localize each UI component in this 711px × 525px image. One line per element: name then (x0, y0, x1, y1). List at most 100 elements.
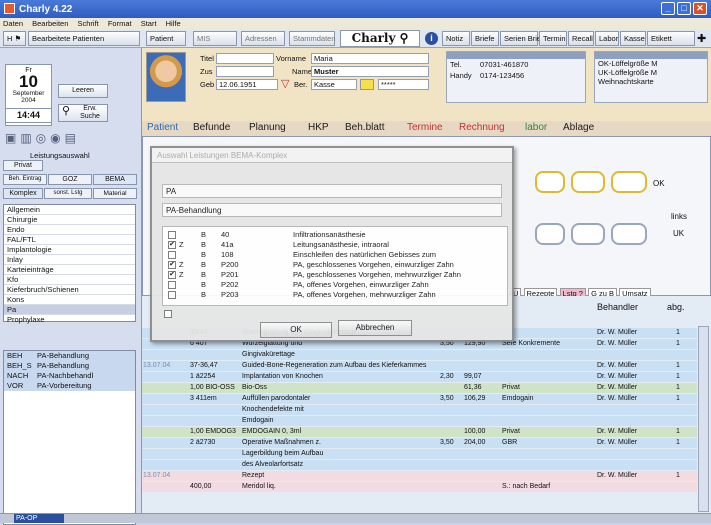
treatment-row[interactable]: 13.07.04 Rezept Dr. W. Müller 1 (142, 471, 697, 481)
tab-patient[interactable]: Patient (144, 121, 181, 136)
dialog-code-checkbox[interactable] (168, 281, 176, 289)
dialog-code-checkbox[interactable]: ✔ (168, 271, 176, 279)
dialog-code-checkbox[interactable] (168, 291, 176, 299)
dialog-code-row[interactable]: ✔ Z B P201 PA, geschlossenes Vorgehen, mehrw… (163, 270, 503, 280)
dialog-ok-button[interactable]: OK (260, 322, 332, 338)
tooth-shape[interactable] (611, 171, 647, 193)
recall-button[interactable]: Recall (568, 31, 594, 46)
treatment-row[interactable]: 1,00 EMDOG3 EMDOGAIN 0, 3ml 100,00 Privat Dr… (142, 427, 697, 437)
info-icon[interactable]: i (425, 32, 438, 45)
menu-hilfe[interactable]: Hilfe (166, 19, 181, 28)
clear-button[interactable]: Leeren (58, 84, 108, 98)
treatment-row[interactable]: Gingivakürettage (142, 350, 697, 360)
tab-goz[interactable]: GOZ (48, 174, 92, 185)
tab-rechnung[interactable]: Rechnung (456, 121, 508, 136)
treatment-row[interactable]: Emdogain (142, 416, 697, 426)
dialog-code-row[interactable]: B P203 PA, offenes Vorgehen, mehrwurzliger… (163, 290, 503, 300)
tab-beh-eintrag[interactable]: Beh. Eintrag (3, 174, 47, 185)
menu-daten[interactable]: Daten (3, 19, 23, 28)
category-item[interactable]: Kons (4, 295, 135, 305)
category-item[interactable]: Allgemein (4, 205, 135, 215)
edited-patients-button[interactable]: Bearbeitete Patienten (28, 31, 140, 46)
dialog-code-row[interactable]: B P202 PA, offenes Vorgehen, einwurzliger … (163, 280, 503, 290)
letters-button[interactable]: Briefe (471, 31, 499, 46)
menu-schrift[interactable]: Schrift (77, 19, 98, 28)
birth-field[interactable]: 12.06.1951 (216, 79, 278, 90)
tooth-shape[interactable] (535, 171, 565, 193)
addresses-button[interactable]: Adressen (241, 31, 285, 46)
tab-labor[interactable]: labor (522, 121, 550, 136)
shortcut-row[interactable]: BEH_S PA-Behandlung (4, 361, 135, 371)
dialog-search-field[interactable]: PA (162, 184, 502, 198)
dialog-code-checkbox[interactable] (168, 231, 176, 239)
search-field[interactable]: PA-OP (14, 514, 64, 523)
insurer-select[interactable]: Kasse (311, 79, 357, 90)
maximize-button[interactable]: □ (677, 2, 691, 15)
view-icons[interactable]: ▣▥◎◉▤ (5, 131, 137, 149)
treatment-row[interactable]: Lagerbildung beim Aufbau (142, 449, 697, 459)
dialog-code-row[interactable]: B 108 Einschleifen des natürlichen Gebisse… (163, 250, 503, 260)
series-letters-button[interactable]: Serien Briefe (500, 31, 547, 46)
treatment-row[interactable]: 400,00 Meridol liq. S.: nach Bedarf (142, 482, 697, 492)
tab-bema[interactable]: BEMA (93, 174, 137, 185)
treatment-row[interactable]: 2 ä2730 Operative Maßnahmen z. 3,50 204,00 G… (142, 438, 697, 448)
treatment-row[interactable]: Knochendefekte mit (142, 405, 697, 415)
subtab-komplex[interactable]: Komplex (3, 188, 43, 199)
title-select[interactable] (216, 53, 274, 64)
masterdata-button[interactable]: Stammdaten (289, 31, 336, 46)
dialog-selected-field[interactable]: PA-Behandlung (162, 203, 502, 217)
labor-button[interactable]: Labor (595, 31, 619, 46)
tab-behblatt[interactable]: Beh.blatt (342, 121, 387, 136)
help-icon[interactable]: H ⚑ (3, 31, 26, 46)
patient-button[interactable]: Patient (146, 31, 186, 46)
tab-ablage[interactable]: Ablage (560, 121, 597, 136)
card-icon[interactable] (360, 79, 374, 90)
category-item[interactable]: Kieferbruch/Schienen (4, 285, 135, 295)
category-item[interactable]: Endo (4, 225, 135, 235)
dialog-extra-checkbox[interactable] (164, 310, 172, 318)
category-item[interactable]: Inlay (4, 255, 135, 265)
suffix-select[interactable] (216, 66, 274, 77)
treatment-row[interactable]: 13.07.04 37-36,47 Guided-Bone-Regeneration… (142, 361, 697, 371)
extended-search-button[interactable]: ⚲ Erw. Suche (58, 104, 108, 122)
mis-button[interactable]: MIS (193, 31, 237, 46)
tooth-shape[interactable] (571, 171, 605, 193)
shortcut-row[interactable]: BEH PA-Behandlung (4, 351, 135, 361)
extra-field[interactable]: ***** (378, 79, 429, 90)
category-item[interactable]: Kfo (4, 275, 135, 285)
subtab-sonst-lstg[interactable]: sonst. Lstg (44, 188, 92, 199)
close-button[interactable]: ✕ (693, 2, 707, 15)
firstname-field[interactable]: Maria (311, 53, 429, 64)
tooth-shape[interactable] (535, 223, 565, 245)
menu-format[interactable]: Format (108, 19, 132, 28)
category-item[interactable]: Chirurgie (4, 215, 135, 225)
dialog-code-checkbox[interactable] (168, 251, 176, 259)
shortcut-row[interactable]: NACH PA-Nachbehandl (4, 371, 135, 381)
menu-bearbeiten[interactable]: Bearbeiten (32, 19, 68, 28)
minimize-button[interactable]: _ (661, 2, 675, 15)
category-item[interactable]: Implantologie (4, 245, 135, 255)
tooth-shape[interactable] (611, 223, 647, 245)
tab-planung[interactable]: Planung (246, 121, 289, 136)
category-item[interactable]: FAL/FTL (4, 235, 135, 245)
category-item[interactable]: Prophylaxe (4, 315, 135, 325)
dialog-code-row[interactable]: B 40 Infiltrationsanästhesie (163, 230, 503, 240)
notes-button[interactable]: Notiz (442, 31, 470, 46)
dialog-code-checkbox[interactable]: ✔ (168, 261, 176, 269)
treatment-row[interactable]: 3 411em Auffüllen parodontaler 3,50 106,29 E… (142, 394, 697, 404)
appointment-button[interactable]: Termin (539, 31, 567, 46)
treatment-row[interactable]: 1 ä2254 Implantation von Knochen 2,30 99,07… (142, 372, 697, 382)
dialog-code-row[interactable]: ✔ Z B P200 PA, geschlossenes Vorgehen, einwu… (163, 260, 503, 270)
name-field[interactable]: Muster (311, 66, 429, 77)
tab-hkp[interactable]: HKP (305, 121, 332, 136)
tab-termine[interactable]: Termine (404, 121, 446, 136)
category-item-selected[interactable]: Pa (4, 305, 135, 315)
dialog-cancel-button[interactable]: Abbrechen (338, 320, 412, 336)
menu-start[interactable]: Start (141, 19, 157, 28)
dialog-code-checkbox[interactable]: ✔ (168, 241, 176, 249)
privat-checkbox[interactable]: Privat (3, 160, 43, 171)
tab-befunde[interactable]: Befunde (190, 121, 233, 136)
treatment-row[interactable]: des Alveolarfortsatz (142, 460, 697, 470)
subtab-material[interactable]: Material (93, 188, 137, 199)
tooth-shape[interactable] (571, 223, 605, 245)
